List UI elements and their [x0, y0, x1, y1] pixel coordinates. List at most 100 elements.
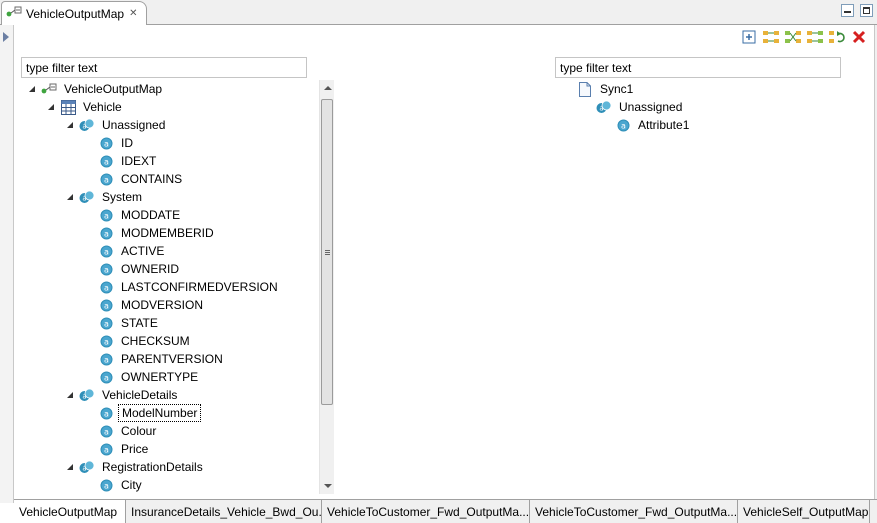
tab-insurancedetails-vehicle-bwd-ou[interactable]: InsuranceDetails_Vehicle_Bwd_Ou...: [126, 500, 322, 523]
tree-item-label: Attribute1: [638, 118, 690, 132]
attribute-icon: a: [98, 315, 114, 331]
tree-item-checksum[interactable]: a CHECKSUM: [86, 332, 193, 350]
source-tree: VehicleOutputMap Vehicle a Unassigned a ID a ID…: [21, 80, 319, 494]
scrollbar-thumb[interactable]: [321, 99, 333, 405]
tree-item-label: CONTAINS: [121, 172, 183, 186]
svg-text:a: a: [104, 301, 109, 310]
attribute-icon: a: [98, 207, 114, 223]
svg-text:a: a: [104, 355, 109, 364]
tree-item-vehicleoutputmap[interactable]: VehicleOutputMap: [29, 80, 165, 98]
tab-vehicleoutputmap[interactable]: VehicleOutputMap: [14, 500, 126, 523]
tree-item-label: STATE: [121, 316, 158, 330]
tree-item-parentversion[interactable]: a PARENTVERSION: [86, 350, 226, 368]
svg-text:a: a: [104, 481, 109, 490]
expanded-toggle-icon[interactable]: [48, 103, 56, 111]
tab-vehicleself-outputmap[interactable]: VehicleSelf_OutputMap: [738, 500, 870, 523]
tree-item-unassigned[interactable]: a Unassigned: [596, 98, 685, 116]
tree-item-lastconfirmedversion[interactable]: a LASTCONFIRMEDVERSION: [86, 278, 281, 296]
tree-item-label: OWNERTYPE: [121, 370, 199, 384]
tree-item-contains[interactable]: a CONTAINS: [86, 170, 185, 188]
scroll-down-icon[interactable]: [324, 484, 332, 488]
attribute-icon: a: [98, 369, 114, 385]
svg-text:a: a: [104, 319, 109, 328]
expand-panel-icon[interactable]: [3, 32, 9, 42]
tree-item-price[interactable]: a Price: [86, 440, 151, 458]
svg-text:a: a: [104, 427, 109, 436]
map-tabs: VehicleOutputMap InsuranceDetails_Vehicle…: [14, 499, 877, 523]
tree-item-label: VehicleOutputMap: [64, 82, 163, 96]
attribute-icon: a: [98, 261, 114, 277]
attribute-icon: a: [98, 405, 114, 421]
tree-item-attribute1[interactable]: a Attribute1: [615, 116, 692, 134]
tree-item-ownerid[interactable]: a OWNERID: [86, 260, 182, 278]
tree-item-ownertype[interactable]: a OWNERTYPE: [86, 368, 201, 386]
tab-vehicletocustomer-fwd-outputma[interactable]: VehicleToCustomer_Fwd_OutputMa...: [322, 500, 530, 523]
expanded-toggle-icon[interactable]: [67, 121, 75, 129]
tree-item-label: MODVERSION: [121, 298, 204, 312]
tree-item-id[interactable]: a ID: [86, 134, 136, 152]
tree-item-system[interactable]: a System: [67, 188, 145, 206]
attribute-icon: a: [98, 225, 114, 241]
editor-tab-title: VehicleOutputMap: [26, 6, 125, 21]
attribute-icon: a: [98, 351, 114, 367]
svg-text:a: a: [104, 265, 109, 274]
table-icon: [60, 99, 76, 115]
maximize-button[interactable]: [860, 4, 873, 17]
tree-item-active[interactable]: a ACTIVE: [86, 242, 167, 260]
tree-item-modmemberid[interactable]: a MODMEMBERID: [86, 224, 217, 242]
tree-item-vehicle[interactable]: Vehicle: [48, 98, 125, 116]
attribute-group-icon: a: [79, 189, 95, 205]
tab-vehicletocustomer-fwd-outputma[interactable]: VehicleToCustomer_Fwd_OutputMa...: [530, 500, 738, 523]
tree-item-sync1[interactable]: Sync1: [577, 80, 636, 98]
source-tree-scrollbar[interactable]: [319, 80, 334, 494]
tree-item-label: LASTCONFIRMEDVERSION: [121, 280, 278, 294]
editor-tab[interactable]: VehicleOutputMap ✕: [1, 1, 147, 25]
scroll-up-icon[interactable]: [324, 86, 332, 90]
auto-map-icon[interactable]: [785, 29, 801, 45]
svg-text:a: a: [104, 445, 109, 454]
svg-text:a: a: [104, 139, 109, 148]
tree-item-vehicledetails[interactable]: a VehicleDetails: [67, 386, 180, 404]
tree-item-label: System: [102, 190, 143, 204]
expanded-toggle-icon[interactable]: [67, 463, 75, 471]
svg-text:a: a: [104, 337, 109, 346]
tree-item-modversion[interactable]: a MODVERSION: [86, 296, 206, 314]
minimize-button[interactable]: [841, 4, 854, 17]
svg-text:a: a: [82, 465, 86, 473]
tree-item-city[interactable]: a City: [86, 476, 145, 494]
tree-item-state[interactable]: a STATE: [86, 314, 161, 332]
tree-item-moddate[interactable]: a MODDATE: [86, 206, 183, 224]
left-filter-input[interactable]: [21, 57, 307, 78]
expanded-toggle-icon[interactable]: [67, 391, 75, 399]
editor-tabbar: VehicleOutputMap ✕: [0, 0, 877, 25]
svg-text:a: a: [104, 211, 109, 220]
close-icon[interactable]: ✕: [129, 8, 137, 19]
attribute-icon: a: [98, 297, 114, 313]
expanded-toggle-icon[interactable]: [67, 193, 75, 201]
attribute-group-icon: a: [79, 387, 95, 403]
attribute-icon: a: [615, 117, 631, 133]
svg-text:a: a: [104, 229, 109, 238]
right-filter-input[interactable]: [555, 57, 841, 78]
attribute-icon: a: [98, 441, 114, 457]
tree-item-label: City: [121, 478, 142, 492]
svg-text:a: a: [104, 175, 109, 184]
attribute-group-icon: a: [79, 117, 95, 133]
tree-item-idext[interactable]: a IDEXT: [86, 152, 159, 170]
attribute-icon: a: [98, 243, 114, 259]
expanded-toggle-icon[interactable]: [29, 85, 37, 93]
refresh-map-icon[interactable]: [829, 29, 845, 45]
expand-all-icon[interactable]: [741, 29, 757, 45]
tree-item-unassigned[interactable]: a Unassigned: [67, 116, 168, 134]
tree-item-modelnumber[interactable]: a ModelNumber: [86, 404, 202, 422]
tree-item-registrationdetails[interactable]: a RegistrationDetails: [67, 458, 206, 476]
attribute-group-icon: a: [79, 459, 95, 475]
map-children-icon[interactable]: [807, 29, 823, 45]
svg-text:a: a: [621, 121, 626, 130]
delete-map-icon[interactable]: [851, 29, 867, 45]
attribute-icon: a: [98, 477, 114, 493]
attribute-icon: a: [98, 171, 114, 187]
tree-item-colour[interactable]: a Colour: [86, 422, 159, 440]
attribute-group-icon: a: [596, 99, 612, 115]
connect-icon[interactable]: [763, 29, 779, 45]
